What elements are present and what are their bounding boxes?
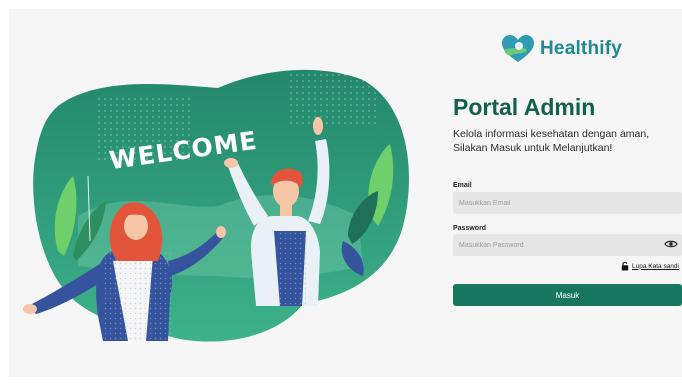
forgot-password-label: Lupa Kata sandi	[632, 262, 679, 270]
eye-icon[interactable]	[664, 239, 678, 249]
forgot-password-link[interactable]: Lupa Kata sandi	[621, 261, 679, 271]
email-field[interactable]	[453, 192, 682, 214]
unlock-icon	[621, 261, 629, 271]
email-label: Email	[453, 182, 472, 189]
page-subtitle: Kelola informasi kesehatan dengan aman, …	[453, 128, 650, 154]
brand-name: Healthify	[540, 38, 623, 59]
password-label: Password	[453, 225, 487, 232]
login-button[interactable]: Masuk	[453, 284, 682, 306]
heart-hand-icon	[502, 35, 534, 62]
welcome-illustration: WELCOME	[23, 69, 409, 342]
brand-logo: Healthify	[500, 34, 622, 64]
page-title: Portal Admin	[453, 94, 596, 120]
password-field[interactable]	[453, 234, 682, 256]
